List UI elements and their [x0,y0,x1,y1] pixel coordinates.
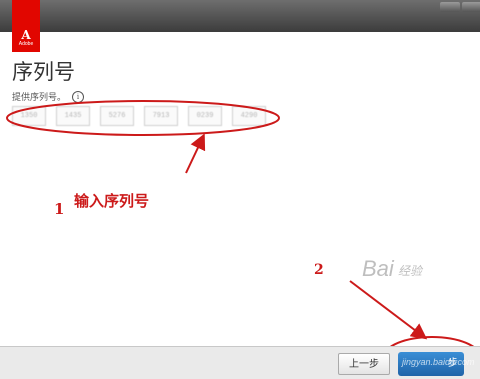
annotation-step2-number: 2 [314,262,324,278]
annotation-step1-number: 1 [54,200,65,218]
annotation-arrow-2 [349,280,428,340]
watermark-url: jingyan.baidu.com [402,357,475,367]
annotation-layer [6,100,480,378]
watermark-text: 经验 [398,264,423,278]
watermark-logo: Bai [362,256,394,281]
annotation-circle-serial [6,100,280,136]
annotation-arrow-1 [185,133,206,174]
annotation-step1-text: 输入序列号 [74,192,150,210]
back-button[interactable]: 上一步 [338,353,390,375]
